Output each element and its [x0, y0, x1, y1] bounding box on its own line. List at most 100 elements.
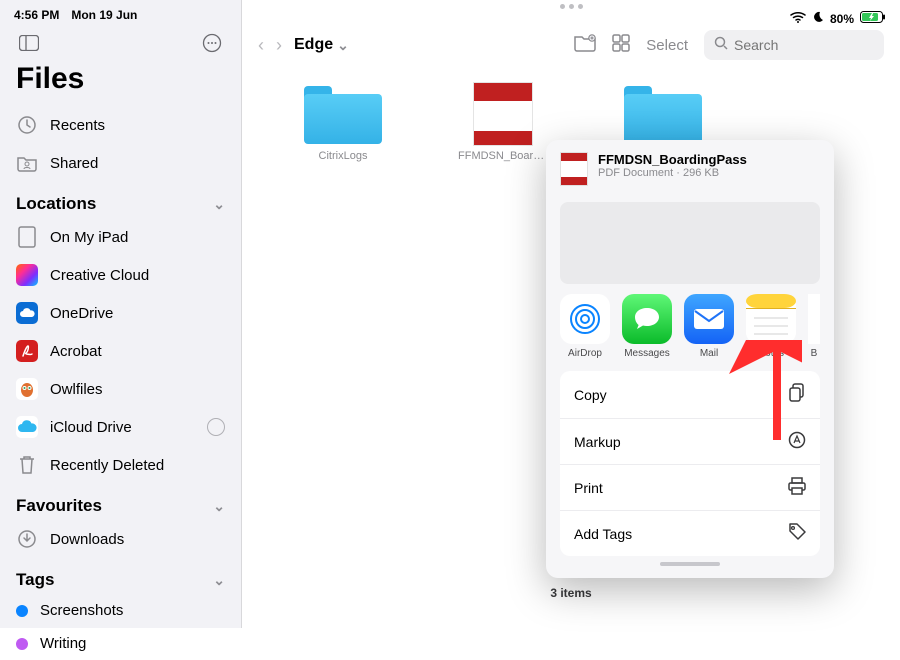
sidebar-item-downloads[interactable]: Downloads — [0, 520, 241, 558]
share-thumb-icon — [560, 152, 588, 186]
sidebar-item-label: On My iPad — [50, 229, 128, 246]
airdrop-icon — [560, 294, 610, 344]
share-app-notes[interactable]: Notes — [746, 294, 796, 359]
app-partial-icon — [808, 294, 820, 344]
sidebar-tag-writing[interactable]: Writing — [0, 627, 241, 660]
sidebar-item-label: Owlfiles — [50, 381, 103, 398]
trash-icon — [16, 454, 38, 476]
sidebar-title: Files — [0, 62, 241, 106]
item-label: CitrixLogs — [298, 150, 388, 162]
sidebar-item-icloud-drive[interactable]: iCloud Drive — [0, 408, 241, 446]
share-app-row[interactable]: AirDrop Messages Mail Notes B — [546, 294, 834, 365]
battery-percent: 80% — [830, 12, 854, 26]
status-time: 4:56 PM — [14, 8, 59, 22]
share-app-mail[interactable]: Mail — [684, 294, 734, 359]
sidebar-item-label: OneDrive — [50, 305, 113, 322]
notes-icon — [746, 294, 796, 344]
share-actions: Copy Markup Print Add Tags — [560, 371, 820, 556]
folder-item[interactable]: CitrixLogs — [298, 82, 388, 162]
clock-icon — [16, 114, 38, 136]
share-app-messages[interactable]: Messages — [622, 294, 672, 359]
mail-icon — [684, 294, 734, 344]
icloud-icon — [16, 416, 38, 438]
file-item[interactable]: FFMDSN_BoardingPass — [458, 82, 548, 162]
sidebar-item-label: Writing — [40, 635, 86, 652]
item-count: 3 items — [550, 586, 591, 600]
sidebar-tag-screenshots[interactable]: Screenshots — [0, 594, 241, 627]
moon-icon — [812, 11, 824, 26]
wifi-icon — [790, 11, 806, 26]
battery-icon — [860, 11, 886, 26]
sidebar-item-label: Shared — [50, 155, 98, 172]
sidebar-item-label: iCloud Drive — [50, 419, 132, 436]
share-preview — [560, 202, 820, 284]
pdf-thumb-icon — [473, 82, 533, 146]
new-folder-icon[interactable] — [574, 34, 596, 57]
sidebar-item-recents[interactable]: Recents — [0, 106, 241, 144]
forward-button[interactable]: › — [276, 35, 282, 56]
action-markup[interactable]: Markup — [560, 419, 820, 465]
back-button[interactable]: ‹ — [258, 35, 264, 56]
sidebar-item-creative-cloud[interactable]: Creative Cloud — [0, 256, 241, 294]
onedrive-icon — [16, 302, 38, 324]
view-grid-icon[interactable] — [612, 34, 630, 57]
status-bar-right: 80% — [242, 9, 900, 26]
copy-icon — [788, 383, 806, 406]
action-add-tags[interactable]: Add Tags — [560, 511, 820, 556]
chevron-down-icon: ⌄ — [213, 498, 225, 515]
owlfiles-icon — [16, 378, 38, 400]
sidebar-item-label: Recently Deleted — [50, 457, 164, 474]
tag-dot-icon — [16, 605, 28, 617]
drag-handle[interactable] — [660, 562, 720, 566]
sidebar-item-shared[interactable]: Shared — [0, 144, 241, 182]
sidebar-item-owlfiles[interactable]: Owlfiles — [0, 370, 241, 408]
more-icon[interactable] — [199, 30, 225, 56]
search-input[interactable] — [734, 37, 874, 53]
creative-cloud-icon — [16, 264, 38, 286]
favourites-header[interactable]: Favourites ⌄ — [0, 484, 241, 520]
share-app-airdrop[interactable]: AirDrop — [560, 294, 610, 359]
sidebar-item-onedrive[interactable]: OneDrive — [0, 294, 241, 332]
status-bar-left: 4:56 PM Mon 19 Jun — [0, 6, 241, 26]
acrobat-icon — [16, 340, 38, 362]
sidebar-item-label: Recents — [50, 117, 105, 134]
sidebar-item-on-my-ipad[interactable]: On My iPad — [0, 218, 241, 256]
item-label: FFMDSN_BoardingPass — [458, 150, 548, 162]
tag-icon — [788, 523, 806, 544]
share-title: FFMDSN_BoardingPass — [598, 152, 747, 167]
sync-status-icon — [207, 418, 225, 436]
share-app-more[interactable]: B — [808, 294, 820, 359]
chevron-down-icon: ⌄ — [213, 196, 225, 213]
sidebar-item-label: Acrobat — [50, 343, 102, 360]
search-icon — [714, 36, 728, 55]
download-icon — [16, 528, 38, 550]
sidebar: 4:56 PM Mon 19 Jun Files Recents Shared … — [0, 0, 242, 628]
share-subtitle: PDF Document · 296 KB — [598, 167, 747, 179]
sidebar-item-label: Screenshots — [40, 602, 123, 619]
toolbar: ‹ › Edge ⌄ Select — [242, 26, 900, 70]
action-copy[interactable]: Copy — [560, 371, 820, 419]
messages-icon — [622, 294, 672, 344]
tag-dot-icon — [16, 638, 28, 650]
action-print[interactable]: Print — [560, 465, 820, 511]
breadcrumb[interactable]: Edge ⌄ — [294, 36, 349, 54]
sidebar-item-acrobat[interactable]: Acrobat — [0, 332, 241, 370]
status-date: Mon 19 Jun — [71, 8, 137, 22]
folder-icon — [304, 86, 382, 144]
print-icon — [788, 477, 806, 498]
markup-icon — [788, 431, 806, 452]
shared-folder-icon — [16, 152, 38, 174]
sidebar-item-label: Creative Cloud — [50, 267, 149, 284]
sidebar-item-recently-deleted[interactable]: Recently Deleted — [0, 446, 241, 484]
locations-header[interactable]: Locations ⌄ — [0, 182, 241, 218]
chevron-down-icon: ⌄ — [337, 37, 349, 54]
select-button[interactable]: Select — [646, 37, 688, 54]
ipad-icon — [16, 226, 38, 248]
folder-icon — [624, 86, 702, 144]
chevron-down-icon: ⌄ — [213, 572, 225, 589]
sidebar-item-label: Downloads — [50, 531, 124, 548]
tags-header[interactable]: Tags ⌄ — [0, 558, 241, 594]
share-sheet: FFMDSN_BoardingPass PDF Document · 296 K… — [546, 140, 834, 578]
sidebar-toggle-icon[interactable] — [16, 30, 42, 56]
search-field[interactable] — [704, 30, 884, 60]
